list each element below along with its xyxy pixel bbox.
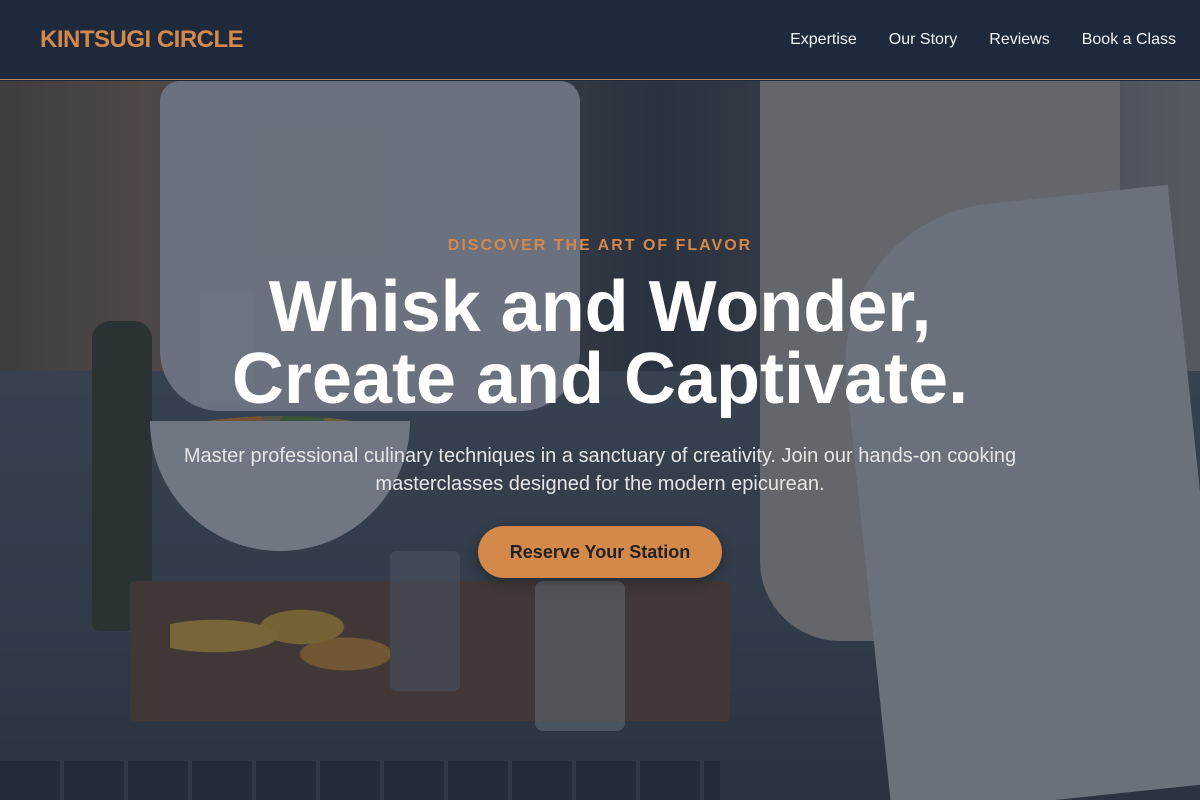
hero-subtext: Master professional culinary techniques … [183,445,1017,495]
hero-content: DISCOVER THE ART OF FLAVOR Whisk and Won… [0,81,1200,800]
nav-link-reviews[interactable]: Reviews [989,31,1049,49]
hero-eyebrow: DISCOVER THE ART OF FLAVOR [447,237,753,254]
reserve-station-button[interactable]: Reserve Your Station [478,526,722,578]
main-nav: Expertise Our Story Reviews Book a Class [790,31,1176,49]
nav-link-our-story[interactable]: Our Story [889,31,957,49]
brand-logo[interactable]: KINTSUGI CIRCLE [40,26,244,54]
hero-headline: Whisk and Wonder, Create and Captivate. [0,271,1200,415]
nav-link-expertise[interactable]: Expertise [790,31,857,49]
site-header: KINTSUGI CIRCLE Expertise Our Story Revi… [0,0,1200,80]
headline-line-1: Whisk and Wonder, [268,267,932,347]
headline-line-2: Create and Captivate. [231,339,969,419]
nav-link-book-a-class[interactable]: Book a Class [1082,31,1176,49]
